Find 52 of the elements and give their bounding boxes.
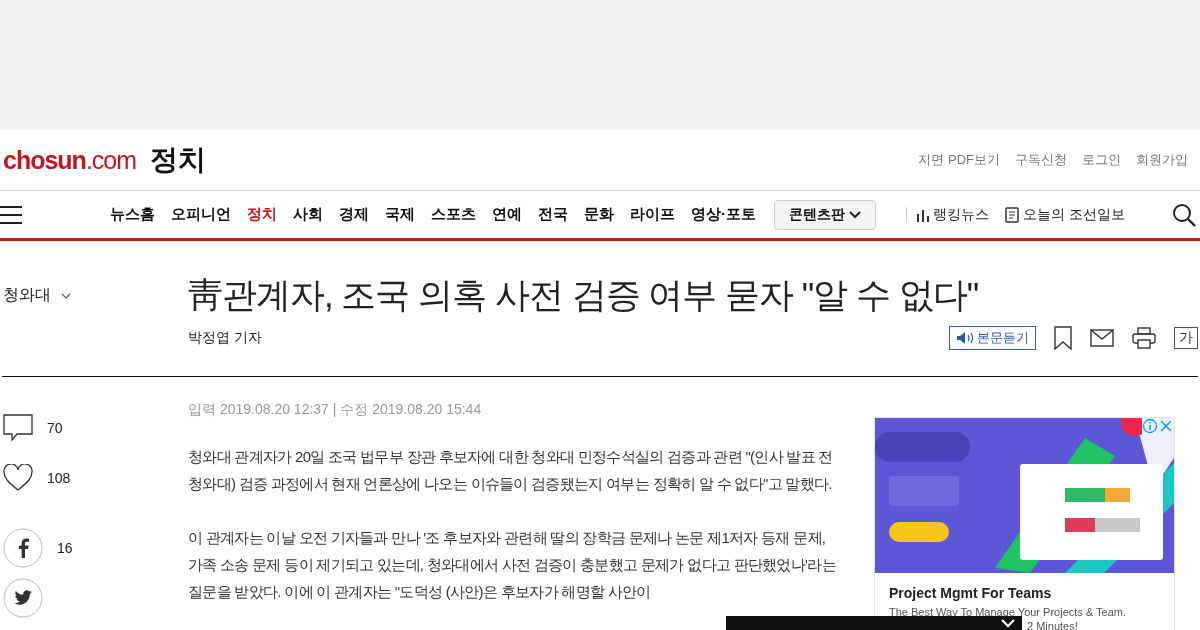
header-link[interactable]: 로그인 xyxy=(1082,151,1121,169)
ad-title[interactable]: Project Mgmt For Teams xyxy=(889,585,1160,601)
listen-button[interactable]: 본문듣기 xyxy=(949,326,1036,350)
info-icon[interactable] xyxy=(1142,418,1158,434)
nav-tab[interactable]: 전국 xyxy=(538,205,568,224)
nav-tab[interactable]: 오피니언 xyxy=(171,205,231,224)
font-size-button[interactable]: 가 xyxy=(1174,327,1198,349)
header-link[interactable]: 구독신청 xyxy=(1015,151,1067,169)
chevron-down-icon xyxy=(849,210,861,219)
article-paragraph: 이 관계자는 이날 오전 기자들과 만나 '조 후보자와 관련해 딸의 장학금 문제나 논문 제1저자 등재 문제, 가족 소송 문제 등이 제기되고 있는데, 청와대에서 사전 검증이 충분했고 문제가 없다고 판단했었나'라는 질문을 받았다. 이에 이 관계자는 "도덕성 (사안)은 후보자가 해명할 사안이 xyxy=(188,528,837,602)
bookmark-icon[interactable] xyxy=(1054,326,1072,350)
nav-tab[interactable]: 뉴스홈 xyxy=(110,205,155,224)
timestamp: 입력 2019.08.20 12:37 | 수정 2019.08.20 15:44 xyxy=(188,401,483,419)
nav-tab[interactable]: 정치 xyxy=(247,205,277,224)
nav-link[interactable]: 랭킹뉴스 xyxy=(917,205,989,224)
nav-tab[interactable]: 국제 xyxy=(385,205,415,224)
nav-tab[interactable]: 스포츠 xyxy=(431,205,476,224)
facebook-icon[interactable] xyxy=(3,528,43,568)
bar-chart-icon xyxy=(917,207,929,222)
menu-icon[interactable] xyxy=(0,205,22,224)
mail-icon[interactable] xyxy=(1090,329,1114,347)
article-headline: 靑관계자, 조국 의혹 사전 검증 여부 묻자 "알 수 없다" xyxy=(188,274,980,316)
article-paragraph: 청와대 관계자가 20일 조국 법무부 장관 후보자에 대한 청와대 민정수석실의 검증과 관련 "(인사 발표 전 청와대) 검증 과정에서 현재 언론상에 나오는 이슈들이 검증됐는지 여부는 정확히 알 수 없다"고 말했다. xyxy=(188,447,834,494)
ad-description: 2 Minutes! xyxy=(1027,620,1078,630)
chevron-down-icon xyxy=(61,292,71,299)
heart-icon[interactable] xyxy=(3,464,33,492)
nav-tab[interactable]: 문화 xyxy=(584,205,614,224)
nav-tab[interactable]: 사회 xyxy=(293,205,323,224)
nav-tab[interactable]: 연예 xyxy=(492,205,522,224)
header-link[interactable]: 회원가입 xyxy=(1136,151,1188,169)
header-link[interactable]: 지면 PDF보기 xyxy=(918,151,1000,169)
close-icon[interactable] xyxy=(1158,418,1174,434)
count-label: 70 xyxy=(47,420,63,436)
newspaper-icon xyxy=(1005,206,1019,223)
printer-icon[interactable] xyxy=(1132,327,1156,349)
comment-icon[interactable] xyxy=(3,414,33,442)
section-title: 정치 xyxy=(150,143,207,177)
bird-icon[interactable] xyxy=(3,578,43,618)
nav-tab[interactable]: 영상·포토 xyxy=(691,205,756,224)
category-dropdown[interactable]: 청와대 xyxy=(2,241,188,306)
byline: 박정엽 기자 xyxy=(188,329,262,347)
nav-tab[interactable]: 경제 xyxy=(339,205,369,224)
dropdown-button[interactable]: 콘텐츠판 xyxy=(774,199,876,230)
site-logo[interactable]: chosun.com xyxy=(3,145,137,175)
chevron-down-icon[interactable] xyxy=(1000,619,1016,629)
nav-tab[interactable]: 라이프 xyxy=(630,205,675,224)
nav-link[interactable]: 오늘의 조선일보 xyxy=(1005,205,1125,224)
search-icon[interactable] xyxy=(1172,202,1196,227)
ad-description: The Best Way To Manage Your Projects & Team. xyxy=(889,606,1127,618)
speaker-icon xyxy=(956,331,974,345)
count-label: 16 xyxy=(57,540,73,556)
count-label: 108 xyxy=(47,470,71,486)
